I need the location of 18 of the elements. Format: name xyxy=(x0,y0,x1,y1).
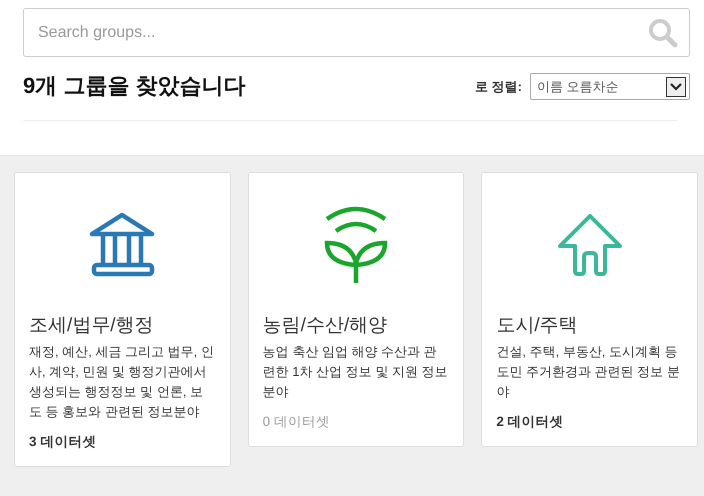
sort-select[interactable]: 이름 오름차순 xyxy=(530,73,690,100)
group-description: 농업 축산 임업 해양 수산과 관련한 1차 산업 정보 및 지원 정보 분야 xyxy=(262,342,449,401)
caret-icon xyxy=(669,82,683,92)
group-title: 조세/법무/행정 xyxy=(29,315,155,338)
group-card[interactable]: 농림/수산/해양 농업 축산 임업 해양 수산과 관련한 1차 산업 정보 및 지원 정보 분야 0 데이터셋 xyxy=(248,172,464,448)
group-title: 농림/수산/해양 xyxy=(262,315,388,338)
dataset-count: 3 데이터셋 xyxy=(29,432,98,451)
group-title: 도시/주택 xyxy=(496,315,579,338)
group-card[interactable]: 도시/주택 건설, 주택, 부동산, 도시계획 등 도민 주거환경과 관련된 정보 분야 2 데이터셋 xyxy=(481,172,698,448)
sort-label: 로 정렬: xyxy=(475,78,522,96)
search-icon xyxy=(648,18,678,48)
results-heading: 9개 그룹을 찾았습니다 xyxy=(23,73,246,100)
dataset-count: 2 데이터셋 xyxy=(496,412,565,431)
group-description: 재정, 예산, 세금 그리고 법무, 인사, 계약, 민원 및 행정기관에서 생성되는 행정정보 및 언론, 보도 등 홍보와 관련된 정보분야 xyxy=(29,342,215,421)
search-field[interactable]: Search groups... xyxy=(23,8,690,57)
group-description: 건설, 주택, 부동산, 도시계획 등 도민 주거환경과 관련된 정보 분야 xyxy=(496,342,681,401)
dataset-count: 0 데이터셋 xyxy=(262,412,331,431)
group-card[interactable]: 조세/법무/행정 재정, 예산, 세금 그리고 법무, 인사, 계약, 민원 및 행정기관에서 생성되는 행정정보 및 언론, 보도 등 홍보와 관련된 정보분야 3 데이터셋 xyxy=(14,172,231,468)
